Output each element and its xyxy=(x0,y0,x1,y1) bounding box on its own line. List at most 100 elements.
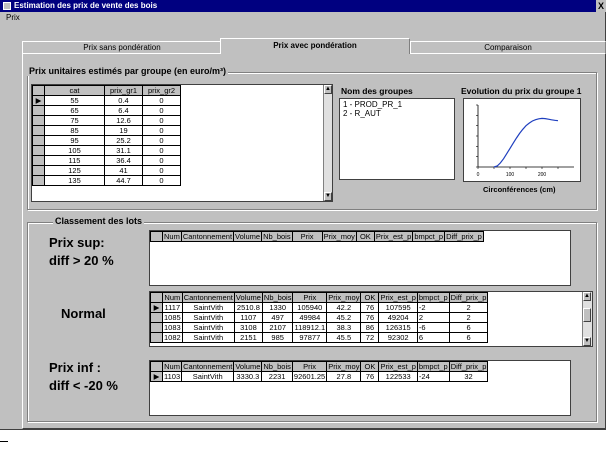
filler-cell xyxy=(180,125,321,136)
divider-line xyxy=(0,441,8,442)
table-cell: 12.6 xyxy=(104,115,143,126)
table-row[interactable]: 135 44.7 0 xyxy=(32,175,321,186)
scroll-down-icon[interactable]: ▼ xyxy=(324,192,332,201)
table-cell: 6 xyxy=(416,332,450,343)
column-header-prix_gr2: prix_gr2 xyxy=(142,85,181,96)
table-cell: 0 xyxy=(142,95,181,106)
column-header-nb_bois: Nb_bois xyxy=(261,231,293,242)
table-row[interactable]: 85 19 0 xyxy=(32,125,321,136)
prix-sup-grid[interactable]: Num Cantonnement Volume Nb_bois Prix Prix_moy… xyxy=(149,230,571,286)
normal-table: Num Cantonnement Volume Nb_bois Prix Prix_moy… xyxy=(150,292,489,343)
table-row[interactable]: ▶ 1103 SaintVith 3330.3 2231 92601.25 27.8 76 12… xyxy=(150,371,489,382)
table-cell: 49984 xyxy=(292,312,328,323)
table-cell: 6 xyxy=(448,322,489,333)
column-header-volume: Volume xyxy=(233,231,263,242)
series-line xyxy=(493,117,559,168)
row-selector[interactable]: ▶ xyxy=(150,302,163,313)
table-cell: 76 xyxy=(360,312,380,323)
table-cell: 25.2 xyxy=(104,135,143,146)
row-selector[interactable] xyxy=(32,105,45,116)
table-cell: 105 xyxy=(44,145,105,156)
table-cell: 92601.25 xyxy=(291,371,328,382)
tab-prix-sans-ponderation[interactable]: Prix sans pondération xyxy=(22,41,222,53)
groupe-item-1[interactable]: 1 - PROD_PR_1 xyxy=(343,100,451,109)
column-header-prix_est_p: Prix_est_p xyxy=(373,231,414,242)
column-header-bmpct_p: bmpct_p xyxy=(416,292,450,303)
column-header-prix_moy: Prix_moy xyxy=(321,231,357,242)
column-header-nb_bois: Nb_bois xyxy=(261,361,293,372)
table-row[interactable]: 115 36.4 0 xyxy=(32,155,321,166)
tab-comparaison[interactable]: Comparaison xyxy=(410,41,606,53)
scroll-down-icon[interactable]: ▼ xyxy=(583,337,591,346)
scroll-up-icon[interactable]: ▲ xyxy=(583,292,591,301)
table-cell: 2 xyxy=(416,312,450,323)
x-tick-label: 200 xyxy=(538,172,547,178)
table-cell: 985 xyxy=(261,332,294,343)
row-selector[interactable] xyxy=(32,155,45,166)
table-row[interactable]: ▶ 55 0.4 0 xyxy=(32,95,321,106)
row-selector[interactable] xyxy=(32,115,45,126)
table-cell: 135 xyxy=(44,175,105,186)
column-header-ok: OK xyxy=(360,361,380,372)
table-row[interactable]: 1082 SaintVith 2151 985 97877 45.5 72 92302 6 6 xyxy=(150,332,489,343)
table-row[interactable]: 105 31.1 0 xyxy=(32,145,321,156)
table-cell: 86 xyxy=(360,322,380,333)
row-selector[interactable] xyxy=(32,145,45,156)
table-cell: SaintVith xyxy=(181,302,235,313)
table-cell: 72 xyxy=(360,332,380,343)
table-cell: 27.8 xyxy=(326,371,362,382)
close-button[interactable]: X xyxy=(596,0,606,12)
table-cell: SaintVith xyxy=(181,322,235,333)
column-header-prix: Prix xyxy=(292,292,328,303)
row-selector[interactable] xyxy=(150,312,163,323)
table-cell: 0 xyxy=(142,105,181,116)
table-cell: 118912.1 xyxy=(292,322,328,333)
table-row[interactable]: 1085 SaintVith 1107 497 49984 45.2 76 49204 2 2 xyxy=(150,312,489,323)
column-header-prix_gr1: prix_gr1 xyxy=(104,85,143,96)
table-row[interactable]: 125 41 0 xyxy=(32,165,321,176)
tab-prix-avec-ponderation[interactable]: Prix avec pondération xyxy=(220,38,410,54)
scroll-up-icon[interactable]: ▲ xyxy=(324,85,332,94)
prix-inf-label: Prix inf : diff < -20 % xyxy=(49,359,118,395)
groupes-listbox[interactable]: 1 - PROD_PR_1 2 - R_AUT xyxy=(339,98,455,180)
prix-unitaires-scrollbar[interactable]: ▲ ▼ xyxy=(323,85,332,201)
row-selector[interactable] xyxy=(32,165,45,176)
column-header-num: Num xyxy=(162,231,182,242)
scroll-thumb[interactable] xyxy=(583,308,591,322)
table-cell: 0 xyxy=(142,125,181,136)
table-cell: 2107 xyxy=(261,322,294,333)
prix-unitaires-title: Prix unitaires estimés par groupe (en eu… xyxy=(27,66,229,76)
table-cell: 6 xyxy=(448,332,489,343)
table-cell: 41 xyxy=(104,165,143,176)
filler-cell xyxy=(180,115,321,126)
row-selector[interactable] xyxy=(150,332,163,343)
normal-scrollbar[interactable]: ▲ ▼ xyxy=(582,292,592,346)
column-header-prix_moy: Prix_moy xyxy=(326,361,362,372)
row-selector[interactable] xyxy=(150,322,163,333)
groupe-item-2[interactable]: 2 - R_AUT xyxy=(343,109,451,118)
row-selector[interactable]: ▶ xyxy=(150,371,163,382)
table-cell: 85 xyxy=(44,125,105,136)
prix-sup-label: Prix sup: diff > 20 % xyxy=(49,234,114,270)
table-row[interactable]: 95 25.2 0 xyxy=(32,135,321,146)
prix-inf-grid[interactable]: Num Cantonnement Volume Nb_bois Prix Prix_moy… xyxy=(149,360,571,416)
table-row[interactable]: ▶ 1117 SaintVith 2510.8 1330 105940 42.2 76 1075… xyxy=(150,302,489,313)
table-cell: 45.5 xyxy=(326,332,362,343)
table-row[interactable]: 1083 SaintVith 3108 2107 118912.1 38.3 86 12631… xyxy=(150,322,489,333)
table-cell: 1117 xyxy=(162,302,183,313)
app-icon xyxy=(3,2,11,10)
table-row[interactable]: 65 6.4 0 xyxy=(32,105,321,116)
row-selector[interactable] xyxy=(32,135,45,146)
row-selector[interactable] xyxy=(32,175,45,186)
table-cell: 49204 xyxy=(378,312,418,323)
row-selector[interactable] xyxy=(32,125,45,136)
table-cell: 55 xyxy=(44,95,105,106)
menu-item-prix[interactable]: Prix xyxy=(6,13,20,22)
row-selector[interactable]: ▶ xyxy=(32,95,45,106)
normal-grid[interactable]: Num Cantonnement Volume Nb_bois Prix Prix_moy… xyxy=(149,291,593,347)
groupes-title: Nom des groupes xyxy=(341,86,413,96)
prix-unitaires-grid[interactable]: cat prix_gr1 prix_gr2 ▶ 55 0.4 0 65 6.4 0 75 12.6 0… xyxy=(31,84,333,202)
column-header-prix_moy: Prix_moy xyxy=(326,292,362,303)
table-row[interactable]: 75 12.6 0 xyxy=(32,115,321,126)
table-cell: 0 xyxy=(142,135,181,146)
